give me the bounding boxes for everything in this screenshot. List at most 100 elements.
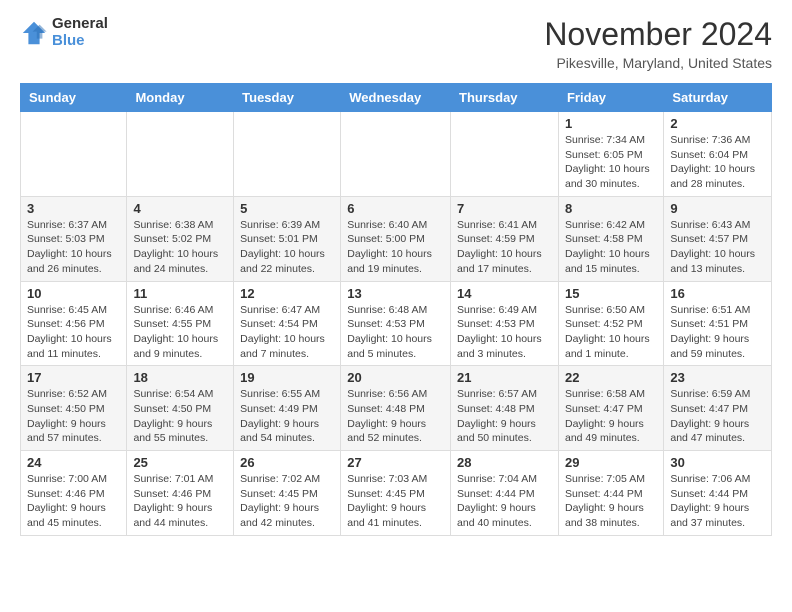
day-number: 1 [565,116,657,131]
day-number: 29 [565,455,657,470]
day-info: Sunrise: 7:03 AM Sunset: 4:45 PM Dayligh… [347,472,444,531]
day-info: Sunrise: 7:02 AM Sunset: 4:45 PM Dayligh… [240,472,334,531]
calendar-cell: 20 Sunrise: 6:56 AM Sunset: 4:48 PM Dayli… [341,366,451,451]
calendar-cell: 3Sunrise: 6:37 AM Sunset: 5:03 PM Daylig… [21,196,127,281]
day-number: 5 [240,201,334,216]
calendar-cell: 5 Sunrise: 6:39 AM Sunset: 5:01 PM Daylig… [234,196,341,281]
day-info: Sunrise: 6:48 AM Sunset: 4:53 PM Dayligh… [347,303,444,362]
day-number: 26 [240,455,334,470]
calendar-cell: 25Sunrise: 7:01 AM Sunset: 4:46 PM Dayli… [127,451,234,536]
day-info: Sunrise: 6:38 AM Sunset: 5:02 PM Dayligh… [133,218,227,277]
day-info: Sunrise: 7:00 AM Sunset: 4:46 PM Dayligh… [27,472,120,531]
logo-text: General Blue [52,16,108,49]
logo-icon [20,19,48,47]
day-number: 20 [347,370,444,385]
calendar-cell: 13 Sunrise: 6:48 AM Sunset: 4:53 PM Dayli… [341,281,451,366]
col-friday: Friday [558,84,663,112]
day-info: Sunrise: 6:51 AM Sunset: 4:51 PM Dayligh… [670,303,765,362]
calendar-cell: 24 Sunrise: 7:00 AM Sunset: 4:46 PM Dayli… [21,451,127,536]
day-info: Sunrise: 6:56 AM Sunset: 4:48 PM Dayligh… [347,387,444,446]
calendar-cell: 30 Sunrise: 7:06 AM Sunset: 4:44 PM Dayli… [664,451,772,536]
day-number: 13 [347,286,444,301]
calendar-cell: 23 Sunrise: 6:59 AM Sunset: 4:47 PM Dayli… [664,366,772,451]
calendar-cell: 4 Sunrise: 6:38 AM Sunset: 5:02 PM Daylig… [127,196,234,281]
calendar-cell: 17Sunrise: 6:52 AM Sunset: 4:50 PM Dayli… [21,366,127,451]
day-number: 11 [133,286,227,301]
day-info: Sunrise: 6:40 AM Sunset: 5:00 PM Dayligh… [347,218,444,277]
day-info: Sunrise: 6:39 AM Sunset: 5:01 PM Dayligh… [240,218,334,277]
day-info: Sunrise: 6:45 AM Sunset: 4:56 PM Dayligh… [27,303,120,362]
day-info: Sunrise: 6:59 AM Sunset: 4:47 PM Dayligh… [670,387,765,446]
calendar-cell: 9 Sunrise: 6:43 AM Sunset: 4:57 PM Daylig… [664,196,772,281]
day-info: Sunrise: 7:05 AM Sunset: 4:44 PM Dayligh… [565,472,657,531]
calendar-week-5: 24 Sunrise: 7:00 AM Sunset: 4:46 PM Dayli… [21,451,772,536]
calendar-cell: 16 Sunrise: 6:51 AM Sunset: 4:51 PM Dayli… [664,281,772,366]
logo-general-text: General [52,16,108,33]
day-info: Sunrise: 6:42 AM Sunset: 4:58 PM Dayligh… [565,218,657,277]
day-info: Sunrise: 7:06 AM Sunset: 4:44 PM Dayligh… [670,472,765,531]
day-info: Sunrise: 6:46 AM Sunset: 4:55 PM Dayligh… [133,303,227,362]
day-number: 10 [27,286,120,301]
calendar-cell: 12 Sunrise: 6:47 AM Sunset: 4:54 PM Dayli… [234,281,341,366]
day-number: 4 [133,201,227,216]
page-container: General Blue November 2024 Pikesville, M… [0,0,792,552]
day-number: 24 [27,455,120,470]
day-info: Sunrise: 6:54 AM Sunset: 4:50 PM Dayligh… [133,387,227,446]
day-number: 30 [670,455,765,470]
day-number: 9 [670,201,765,216]
day-info: Sunrise: 6:43 AM Sunset: 4:57 PM Dayligh… [670,218,765,277]
calendar-cell: 8 Sunrise: 6:42 AM Sunset: 4:58 PM Daylig… [558,196,663,281]
day-number: 18 [133,370,227,385]
col-thursday: Thursday [451,84,559,112]
calendar-cell: 26 Sunrise: 7:02 AM Sunset: 4:45 PM Dayli… [234,451,341,536]
day-number: 15 [565,286,657,301]
day-info: Sunrise: 6:50 AM Sunset: 4:52 PM Dayligh… [565,303,657,362]
title-area: November 2024 Pikesville, Maryland, Unit… [544,16,772,71]
day-info: Sunrise: 7:36 AM Sunset: 6:04 PM Dayligh… [670,133,765,192]
day-info: Sunrise: 6:55 AM Sunset: 4:49 PM Dayligh… [240,387,334,446]
day-info: Sunrise: 7:01 AM Sunset: 4:46 PM Dayligh… [133,472,227,531]
day-info: Sunrise: 6:57 AM Sunset: 4:48 PM Dayligh… [457,387,552,446]
calendar-week-3: 10 Sunrise: 6:45 AM Sunset: 4:56 PM Dayli… [21,281,772,366]
calendar-week-2: 3Sunrise: 6:37 AM Sunset: 5:03 PM Daylig… [21,196,772,281]
calendar-cell [451,112,559,197]
calendar-cell: 10 Sunrise: 6:45 AM Sunset: 4:56 PM Dayli… [21,281,127,366]
day-info: Sunrise: 7:34 AM Sunset: 6:05 PM Dayligh… [565,133,657,192]
day-number: 8 [565,201,657,216]
calendar-cell: 1 Sunrise: 7:34 AM Sunset: 6:05 PM Daylig… [558,112,663,197]
day-info: Sunrise: 6:49 AM Sunset: 4:53 PM Dayligh… [457,303,552,362]
calendar-cell: 2 Sunrise: 7:36 AM Sunset: 6:04 PM Daylig… [664,112,772,197]
calendar-cell: 7Sunrise: 6:41 AM Sunset: 4:59 PM Daylig… [451,196,559,281]
calendar-cell: 27 Sunrise: 7:03 AM Sunset: 4:45 PM Dayli… [341,451,451,536]
calendar-cell: 22 Sunrise: 6:58 AM Sunset: 4:47 PM Dayli… [558,366,663,451]
location-text: Pikesville, Maryland, United States [544,55,772,71]
calendar-cell [234,112,341,197]
header: General Blue November 2024 Pikesville, M… [20,16,772,71]
day-number: 17 [27,370,120,385]
day-number: 16 [670,286,765,301]
day-number: 2 [670,116,765,131]
day-number: 23 [670,370,765,385]
day-info: Sunrise: 6:58 AM Sunset: 4:47 PM Dayligh… [565,387,657,446]
day-info: Sunrise: 7:04 AM Sunset: 4:44 PM Dayligh… [457,472,552,531]
day-number: 19 [240,370,334,385]
calendar-cell: 19 Sunrise: 6:55 AM Sunset: 4:49 PM Dayli… [234,366,341,451]
calendar-cell [341,112,451,197]
day-info: Sunrise: 6:37 AM Sunset: 5:03 PM Dayligh… [27,218,120,277]
calendar-table: Sunday Monday Tuesday Wednesday Thursday… [20,83,772,536]
day-number: 27 [347,455,444,470]
calendar-cell: 6Sunrise: 6:40 AM Sunset: 5:00 PM Daylig… [341,196,451,281]
calendar-week-1: 1 Sunrise: 7:34 AM Sunset: 6:05 PM Daylig… [21,112,772,197]
calendar-week-4: 17Sunrise: 6:52 AM Sunset: 4:50 PM Dayli… [21,366,772,451]
col-wednesday: Wednesday [341,84,451,112]
day-number: 12 [240,286,334,301]
day-info: Sunrise: 6:47 AM Sunset: 4:54 PM Dayligh… [240,303,334,362]
calendar-cell [127,112,234,197]
calendar-cell: 11 Sunrise: 6:46 AM Sunset: 4:55 PM Dayli… [127,281,234,366]
calendar-cell: 14Sunrise: 6:49 AM Sunset: 4:53 PM Dayli… [451,281,559,366]
day-number: 7 [457,201,552,216]
calendar-cell: 18 Sunrise: 6:54 AM Sunset: 4:50 PM Dayli… [127,366,234,451]
day-number: 28 [457,455,552,470]
day-number: 21 [457,370,552,385]
day-number: 22 [565,370,657,385]
